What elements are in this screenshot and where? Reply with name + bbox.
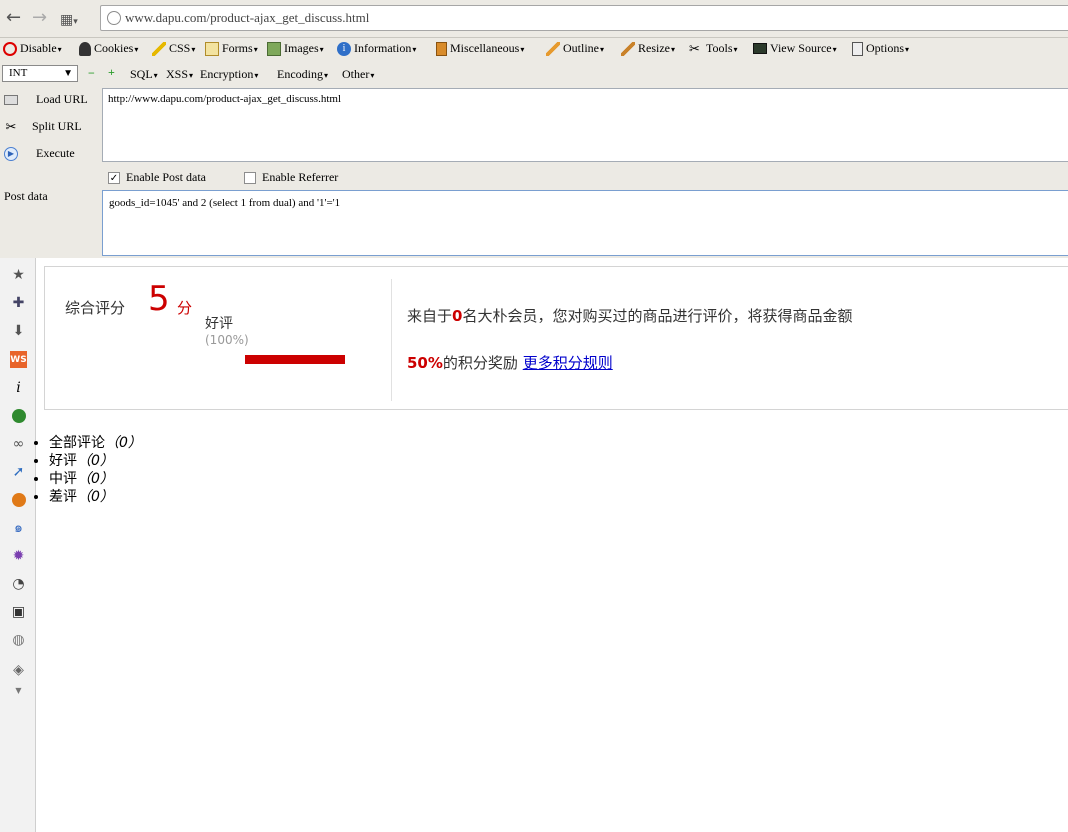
tab-bad-reviews[interactable]: 差评（0） <box>49 488 142 506</box>
rating-title: 综合评分 <box>65 299 126 317</box>
grid-icon[interactable]: ▣ <box>10 603 27 620</box>
execute-button[interactable]: ▶ Execute <box>4 146 75 161</box>
split-url-button[interactable]: ✂ Split URL <box>4 119 82 134</box>
hackbar-panel: Load URL ✂ Split URL ▶ Execute http://ww… <box>0 86 1068 258</box>
minus-icon[interactable]: − <box>88 66 95 81</box>
outline-pencil-icon <box>546 41 560 56</box>
rating-score-panel: 综合评分 5 分 好评 (100%) <box>45 267 391 409</box>
web-developer-toolbar: Disable Cookies CSS Forms Images i Infor… <box>0 38 1068 62</box>
disable-icon <box>3 41 17 56</box>
good-rating-label: 好评 <box>205 316 233 332</box>
rating-score: 5 <box>148 279 170 319</box>
tools-icon: ✂ <box>689 40 700 56</box>
green-ball-icon[interactable] <box>10 407 27 424</box>
tab-good-reviews[interactable]: 好评（0） <box>49 452 142 470</box>
rating-summary-box: 综合评分 5 分 好评 (100%) 来自于0名大朴会员，您对购买过的商品进行评… <box>44 266 1068 410</box>
palette-icon[interactable]: ◔ <box>10 575 27 592</box>
images-menu[interactable]: Images <box>267 41 324 56</box>
plus-icon[interactable]: + <box>108 65 115 80</box>
chevron-down-icon[interactable]: ▼ <box>10 682 27 699</box>
addon-sidebar: ★ ✚ ⬇ WS i ∞ ➚ ๑ ✹ ◔ ▣ ◍ ◈ ▼ <box>0 258 36 832</box>
cookies-icon <box>79 41 91 56</box>
disable-menu[interactable]: Disable <box>3 41 62 56</box>
review-filter-list: 全部评论（0） 好评（0） 中评（0） 差评（0） <box>36 434 142 506</box>
rating-unit: 分 <box>177 299 193 317</box>
url-textarea[interactable]: http://www.dapu.com/product-ajax_get_dis… <box>102 88 1068 162</box>
scissors-icon: ✂ <box>5 118 17 134</box>
star-icon[interactable]: ★ <box>10 266 27 283</box>
css-menu[interactable]: CSS <box>152 41 195 56</box>
information-icon: i <box>337 41 351 56</box>
forms-menu[interactable]: Forms <box>205 41 258 56</box>
outline-menu[interactable]: Outline <box>546 41 604 56</box>
xss-menu[interactable]: XSS <box>166 67 193 82</box>
load-url-icon <box>4 94 18 105</box>
play-icon: ▶ <box>4 146 18 161</box>
image-icon <box>267 41 281 56</box>
warning-face-icon[interactable] <box>10 491 27 508</box>
resize-icon <box>621 41 635 56</box>
swirl-icon[interactable]: ๑ <box>10 519 27 536</box>
good-rating-bar-fill <box>245 355 345 364</box>
post-data-label: Post data <box>4 189 48 203</box>
download-arrow-icon[interactable]: ⬇ <box>10 322 27 339</box>
navigation-bar: ← → ▦▾ www.dapu.com/product-ajax_get_dis… <box>0 0 1068 38</box>
good-rating-bar <box>245 355 345 364</box>
bonus-percent: 50% <box>407 354 443 372</box>
sql-menu[interactable]: SQL <box>130 67 158 82</box>
eraser-icon[interactable]: ◈ <box>10 661 27 678</box>
purple-gear-icon[interactable]: ✹ <box>10 547 27 564</box>
puzzle-icon[interactable]: ✚ <box>10 294 27 311</box>
type-select[interactable]: INT ▼ <box>2 65 78 82</box>
view-source-icon <box>753 43 767 54</box>
encryption-menu[interactable]: Encryption <box>200 67 258 82</box>
globe-icon <box>107 11 121 25</box>
view-source-menu[interactable]: View Source <box>753 41 837 56</box>
member-count: 0 <box>452 307 463 325</box>
load-url-button[interactable]: Load URL <box>4 92 88 107</box>
miscellaneous-menu[interactable]: Miscellaneous <box>436 41 524 56</box>
tab-neutral-reviews[interactable]: 中评（0） <box>49 470 142 488</box>
pencil-icon <box>152 41 166 56</box>
cookies-menu[interactable]: Cookies <box>79 41 138 56</box>
grid-menu-icon[interactable]: ▦▾ <box>60 10 78 32</box>
tools-menu[interactable]: ✂ Tools <box>689 41 738 56</box>
enable-referrer-checkbox[interactable]: Enable Referrer <box>244 170 338 185</box>
checkmark-icon: ✓ <box>108 171 120 184</box>
globe-icon[interactable]: ◍ <box>10 631 27 648</box>
info-icon[interactable]: i <box>10 379 27 396</box>
back-arrow-icon[interactable]: ← <box>6 8 21 28</box>
good-rating-percent: (100%) <box>205 333 249 347</box>
link-chain-icon[interactable]: ∞ <box>10 435 27 452</box>
clipboard-icon <box>205 41 219 56</box>
information-menu[interactable]: i Information <box>337 41 416 56</box>
page-content: 综合评分 5 分 好评 (100%) 来自于0名大朴会员，您对购买过的商品进行评… <box>36 258 1068 832</box>
misc-icon <box>436 41 447 56</box>
url-bar[interactable]: www.dapu.com/product-ajax_get_discuss.ht… <box>100 5 1068 31</box>
chevron-down-icon: ▼ <box>63 68 73 79</box>
resize-menu[interactable]: Resize <box>621 41 675 56</box>
ws-icon[interactable]: WS <box>10 351 27 368</box>
hackbar-toolbar: INT ▼ − + SQL XSS Encryption Encoding Ot… <box>0 62 1068 86</box>
options-icon <box>852 41 863 56</box>
other-menu[interactable]: Other <box>342 67 374 82</box>
enable-post-checkbox[interactable]: ✓ Enable Post data <box>108 170 206 185</box>
encoding-menu[interactable]: Encoding <box>277 67 328 82</box>
divider <box>391 279 392 401</box>
options-menu[interactable]: Options <box>852 41 909 56</box>
cursor-select-icon[interactable]: ➚ <box>10 463 27 480</box>
forward-arrow-icon[interactable]: → <box>32 8 47 28</box>
tab-all-reviews[interactable]: 全部评论（0） <box>49 434 142 452</box>
url-text: www.dapu.com/product-ajax_get_discuss.ht… <box>125 10 370 25</box>
reward-description: 来自于0名大朴会员，您对购买过的商品进行评价，将获得商品金额50%的积分奖励 更… <box>407 307 853 372</box>
more-rules-link[interactable]: 更多积分规则 <box>523 354 613 372</box>
post-data-textarea[interactable]: goods_id=1045' and 2 (select 1 from dual… <box>102 190 1068 256</box>
